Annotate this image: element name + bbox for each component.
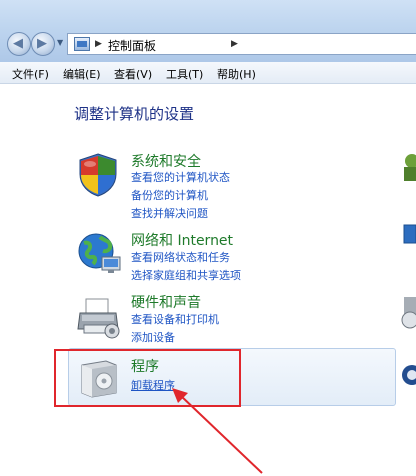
menu-view[interactable]: 查看(V) — [114, 66, 152, 82]
back-arrow-icon: ◀ — [13, 36, 23, 51]
history-dropdown-icon[interactable]: ▼ — [57, 38, 63, 47]
menu-bar: 文件(F) 编辑(E) 查看(V) 工具(T) 帮助(H) — [0, 62, 416, 84]
shield-icon[interactable] — [76, 152, 120, 198]
link-view-computer-status[interactable]: 查看您的计算机状态 — [131, 169, 230, 185]
breadcrumb[interactable]: 控制面板 — [108, 37, 156, 54]
window-header: ◀ ▶ ▼ ▶ 控制面板 ▶ — [0, 0, 416, 62]
page-title: 调整计算机的设置 — [74, 105, 195, 123]
forward-arrow-icon: ▶ — [37, 36, 47, 51]
link-troubleshoot[interactable]: 查找并解决问题 — [131, 205, 208, 221]
menu-file[interactable]: 文件(F) — [12, 66, 49, 82]
forward-button[interactable]: ▶ — [31, 32, 55, 56]
link-add-device[interactable]: 添加设备 — [131, 329, 175, 345]
annotation-arrow-icon — [172, 388, 263, 474]
category-hardware-sound[interactable]: 硬件和声音 — [131, 292, 201, 312]
printer-icon[interactable] — [76, 295, 122, 339]
breadcrumb-arrow-icon[interactable]: ▶ — [95, 39, 102, 49]
menu-tools[interactable]: 工具(T) — [166, 66, 203, 82]
address-bar[interactable]: ▶ 控制面板 ▶ — [67, 33, 416, 55]
control-panel-icon — [74, 37, 90, 51]
menu-edit[interactable]: 编辑(E) — [63, 66, 101, 82]
back-button[interactable]: ◀ — [7, 32, 31, 56]
link-network-status[interactable]: 查看网络状态和任务 — [131, 249, 230, 265]
breadcrumb-arrow-icon[interactable]: ▶ — [231, 39, 238, 49]
link-homegroup-sharing[interactable]: 选择家庭组和共享选项 — [131, 267, 241, 283]
category-system-security[interactable]: 系统和安全 — [131, 151, 201, 171]
menu-help[interactable]: 帮助(H) — [217, 66, 256, 82]
main-content: 调整计算机的设置 系统和安全 查看您的计算机状态 备份您的计算机 查找并解决问题… — [0, 85, 416, 476]
link-backup-computer[interactable]: 备份您的计算机 — [131, 187, 208, 203]
category-network-internet[interactable]: 网络和 Internet — [131, 230, 233, 250]
right-partial-icons — [401, 154, 416, 385]
control-panel-window: ◀ ▶ ▼ ▶ 控制面板 ▶ 文件(F) 编辑(E) 查看(V) 工具(T) 帮… — [0, 0, 416, 476]
globe-network-icon[interactable] — [76, 231, 122, 275]
link-devices-printers[interactable]: 查看设备和打印机 — [131, 311, 219, 327]
